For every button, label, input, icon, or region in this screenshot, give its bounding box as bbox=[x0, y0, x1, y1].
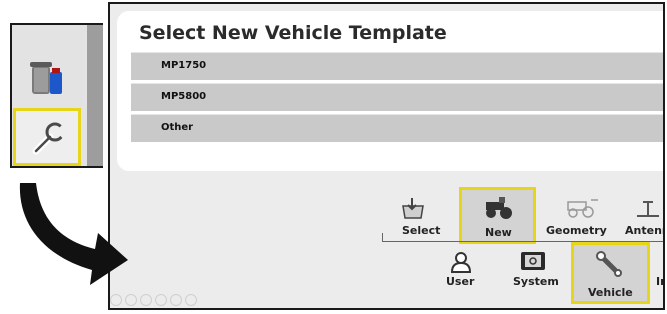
status-dot-icon bbox=[140, 294, 152, 306]
user-icon bbox=[450, 252, 472, 273]
tab-system-label: System bbox=[513, 275, 559, 288]
select-icon bbox=[402, 198, 424, 219]
tab-user[interactable] bbox=[449, 251, 473, 277]
tab-implement-label[interactable]: In bbox=[656, 275, 663, 288]
template-label: MP1750 bbox=[161, 60, 207, 71]
template-row-other[interactable]: Other bbox=[131, 114, 663, 142]
tab-antenna-label: Antenn bbox=[625, 224, 663, 237]
tab-new[interactable]: New bbox=[459, 187, 536, 244]
tab-vehicle-label: Vehicle bbox=[588, 286, 633, 299]
status-icon-strip bbox=[110, 294, 197, 306]
tab-system[interactable] bbox=[520, 251, 546, 277]
tab-user-label: User bbox=[446, 275, 475, 288]
status-dot-icon bbox=[110, 294, 122, 306]
tab-select[interactable] bbox=[400, 196, 426, 224]
wrench-icon bbox=[32, 122, 68, 155]
sidebar-edge bbox=[87, 25, 103, 166]
new-tractor-icon bbox=[486, 197, 512, 219]
tab-new-label: New bbox=[485, 226, 512, 239]
template-row-mp5800[interactable]: MP5800 bbox=[131, 83, 663, 111]
tab-geometry-label: Geometry bbox=[546, 224, 607, 237]
tab-group-tick bbox=[382, 233, 383, 242]
template-row-mp1750[interactable]: MP1750 bbox=[131, 52, 663, 80]
dialog-title: Select New Vehicle Template bbox=[139, 22, 447, 44]
vehicle-settings-icon bbox=[596, 251, 622, 277]
template-label: Other bbox=[161, 122, 194, 133]
tab-geometry[interactable] bbox=[565, 196, 599, 224]
antenna-icon bbox=[637, 201, 659, 217]
template-dialog: Select New Vehicle Template MP1750 MP580… bbox=[117, 11, 663, 171]
vehicle-setup-screen: Select New Vehicle Template MP1750 MP580… bbox=[108, 2, 665, 310]
system-icon bbox=[521, 252, 545, 270]
template-label: MP5800 bbox=[161, 91, 207, 102]
curved-arrow-icon bbox=[19, 183, 129, 285]
tab-select-label: Select bbox=[402, 224, 441, 237]
setup-wrench-button[interactable] bbox=[13, 108, 81, 166]
status-dot-icon bbox=[185, 294, 197, 306]
status-dot-icon bbox=[155, 294, 167, 306]
geometry-icon bbox=[567, 199, 598, 218]
data-storage-icon[interactable] bbox=[30, 58, 66, 98]
status-dot-icon bbox=[125, 294, 137, 306]
tab-vehicle[interactable]: Vehicle bbox=[571, 242, 650, 304]
settings-sidebar bbox=[10, 23, 103, 168]
status-dot-icon bbox=[170, 294, 182, 306]
tab-antenna[interactable] bbox=[633, 196, 663, 224]
